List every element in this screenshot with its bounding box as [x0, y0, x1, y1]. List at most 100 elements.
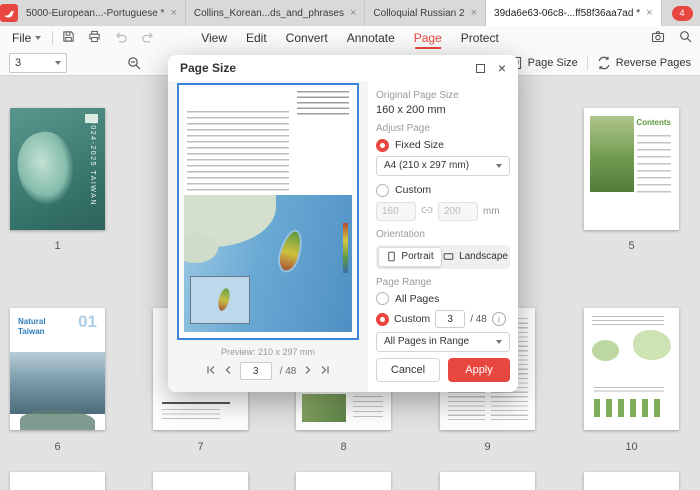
zoom-out-button[interactable] [127, 56, 141, 70]
undo-icon[interactable] [114, 31, 128, 46]
menu-convert[interactable]: Convert [286, 26, 328, 50]
tabbar-right-controls: 4 [662, 0, 700, 26]
menu-edit[interactable]: Edit [246, 26, 267, 50]
save-icon[interactable] [62, 30, 75, 46]
logo-glyph-icon [3, 7, 15, 19]
menu-page[interactable]: Page [414, 26, 442, 50]
settings-panel: Original Page Size 160 x 200 mm Adjust P… [368, 81, 518, 392]
custom-size-option[interactable]: Custom [376, 182, 510, 199]
reverse-pages-icon [597, 56, 611, 70]
page-thumbnail-5[interactable]: Contents [584, 108, 679, 230]
page-thumbnail-partial[interactable] [296, 472, 391, 490]
capture-icon[interactable] [651, 30, 665, 46]
preview-page-input[interactable]: 3 [240, 362, 272, 380]
divider [587, 56, 588, 70]
portrait-button[interactable]: Portrait [378, 247, 442, 267]
portrait-icon [386, 250, 397, 263]
text-rule-art [162, 402, 230, 404]
range-page-input[interactable] [435, 310, 465, 328]
natural-number-text: 01 [78, 312, 97, 332]
landscape-button[interactable]: Landscape [442, 247, 508, 267]
chevron-down-icon [55, 61, 61, 65]
cover-years-text: 2024-2025 [89, 120, 96, 167]
map-inset-art [190, 276, 250, 324]
print-icon[interactable] [88, 30, 101, 46]
pdf-editor-app: 5000-European...-Portuguese * × Collins_… [0, 0, 700, 490]
chart-bars-art [594, 399, 664, 417]
width-input [376, 202, 416, 221]
next-page-icon[interactable] [304, 365, 312, 378]
orientation-toggle: Portrait Landscape [376, 245, 510, 269]
radio-selected-icon[interactable] [376, 139, 389, 152]
previous-page-icon[interactable] [224, 365, 232, 378]
last-page-icon[interactable] [320, 365, 330, 378]
redo-icon[interactable] [141, 31, 155, 46]
search-icon[interactable] [679, 30, 692, 46]
close-icon[interactable]: × [498, 61, 506, 75]
custom-range-option[interactable]: Custom / 48 i [376, 309, 510, 329]
dialog-body: Preview: 210 x 297 mm 3 / 48 Original Pa… [168, 81, 518, 392]
map-blob-art [592, 340, 619, 361]
page-thumbnail-partial[interactable] [10, 472, 105, 490]
menu-view[interactable]: View [201, 26, 227, 50]
radio-selected-icon[interactable] [376, 313, 389, 326]
dialog-window-buttons: × [476, 61, 506, 75]
natural-word1: Natural [18, 317, 46, 326]
page-thumbnail-1[interactable]: 2024-2025 TAIWAN [10, 108, 105, 230]
tab-close-icon[interactable]: × [646, 8, 652, 19]
maximize-icon[interactable] [476, 64, 485, 73]
tab-label: Colloquial Russian 2 [373, 8, 464, 19]
page-preview [177, 83, 359, 340]
text-lines-art [162, 409, 220, 422]
info-icon[interactable]: i [492, 312, 506, 326]
map-inset-island-art [216, 287, 231, 312]
page-number-value: 3 [15, 57, 21, 69]
preview-caption: Preview: 210 x 297 mm [221, 347, 315, 357]
chevron-down-icon [496, 340, 502, 344]
page-number-label-7: 7 [153, 441, 248, 453]
main-menus: View Edit Convert Annotate Page Protect [201, 26, 499, 50]
radio-unselected-icon[interactable] [376, 184, 389, 197]
range-scope-dropdown[interactable]: All Pages in Range [376, 332, 510, 352]
preview-pagination: 3 / 48 [206, 362, 331, 380]
custom-size-label: Custom [395, 184, 431, 196]
page-thumbnail-partial[interactable] [584, 472, 679, 490]
page-thumbnail-partial[interactable] [153, 472, 248, 490]
map-blob-art [633, 330, 671, 360]
map-island-art [277, 229, 304, 272]
range-scope-value: All Pages in Range [384, 336, 469, 347]
app-logo[interactable] [0, 0, 18, 26]
cancel-button[interactable]: Cancel [376, 358, 440, 382]
page-size-button[interactable]: Page Size [509, 56, 578, 70]
all-pages-option[interactable]: All Pages [376, 291, 510, 308]
fixed-size-option[interactable]: Fixed Size [376, 137, 510, 154]
dialog-header[interactable]: Page Size × [168, 55, 518, 81]
dialog-title: Page Size [180, 61, 236, 75]
tab-document-3[interactable]: Colloquial Russian 2 × [365, 0, 486, 26]
tab-document-2[interactable]: Collins_Korean...ds_and_phrases × [186, 0, 366, 26]
page-number-select[interactable]: 3 [9, 53, 67, 73]
tab-close-icon[interactable]: × [170, 8, 176, 19]
tab-document-1[interactable]: 5000-European...-Portuguese * × [18, 0, 186, 26]
tab-close-icon[interactable]: × [350, 8, 356, 19]
page-thumbnail-partial[interactable] [440, 472, 535, 490]
tab-close-icon[interactable]: × [471, 8, 477, 19]
preview-text-lines [187, 111, 289, 191]
tab-document-4-active[interactable]: 39da6e63-06c8-...ff58f36aa7ad * × [486, 0, 662, 26]
reverse-pages-button[interactable]: Reverse Pages [597, 56, 691, 70]
map-elevation-scale-art [343, 223, 348, 273]
menu-annotate[interactable]: Annotate [347, 26, 395, 50]
notification-badge[interactable]: 4 [672, 6, 693, 21]
menu-protect[interactable]: Protect [461, 26, 499, 50]
adjust-page-label: Adjust Page [376, 122, 510, 135]
radio-unselected-icon[interactable] [376, 292, 389, 305]
page-thumbnail-6[interactable]: NaturalTaiwan 01 [10, 308, 105, 430]
page-range-label: Page Range [376, 276, 510, 289]
page-thumbnail-10[interactable] [584, 308, 679, 430]
contents-title-text: Contents [636, 118, 671, 127]
first-page-icon[interactable] [206, 365, 216, 378]
apply-button[interactable]: Apply [448, 358, 510, 382]
fixed-size-dropdown[interactable]: A4 (210 x 297 mm) [376, 156, 510, 176]
page-number-label-9: 9 [440, 441, 535, 453]
file-menu[interactable]: File [8, 31, 45, 45]
